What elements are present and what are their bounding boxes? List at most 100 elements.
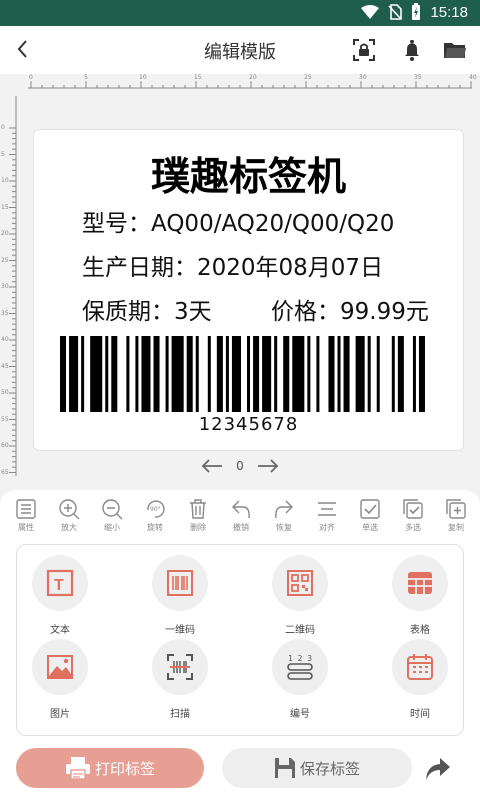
ruler-label: 25 <box>1 256 9 264</box>
tool-properties[interactable]: 属性 <box>6 498 46 538</box>
qrcode-icon <box>287 570 313 596</box>
tool-label: 单选 <box>362 523 378 532</box>
element-numbering[interactable]: 1 2 3 编号 <box>255 639 345 720</box>
print-label-text: 打印标签 <box>94 759 155 778</box>
label-canvas[interactable]: 璞趣标签机 型号：AQ00/AQ20/Q00/Q20 生产日期：2020年08月… <box>33 129 464 451</box>
redo-icon <box>275 500 293 519</box>
bell-icon[interactable] <box>400 38 424 62</box>
bottom-actions: 打印标签 保存标签 <box>0 746 480 790</box>
label-title[interactable]: 璞趣标签机 <box>34 146 463 202</box>
element-label: 图片 <box>50 709 70 720</box>
horizontal-ruler: 0 5 10 15 20 25 30 35 40 <box>28 74 477 94</box>
image-icon <box>47 655 73 679</box>
zoom-out-icon <box>102 499 123 520</box>
label-price[interactable]: 价格：99.99元 <box>271 292 429 326</box>
save-label-button[interactable]: 保存标签 <box>222 748 412 788</box>
scan-lock-icon[interactable] <box>352 38 376 62</box>
arrow-left-icon[interactable] <box>200 459 224 473</box>
svg-text:1 2 3: 1 2 3 <box>288 654 312 663</box>
tool-label: 删除 <box>190 523 206 532</box>
tool-multi-select[interactable]: 多选 <box>393 498 433 538</box>
tool-label: 属性 <box>18 523 34 532</box>
table-icon <box>408 572 432 594</box>
ruler-label: 40 <box>1 336 9 343</box>
multi-select-icon <box>403 499 423 519</box>
element-qrcode[interactable]: 二维码 <box>255 555 345 636</box>
properties-icon <box>16 499 36 519</box>
canvas-pager: 0 <box>200 455 280 477</box>
copy-icon <box>446 499 466 519</box>
undo-icon <box>232 500 250 519</box>
single-select-icon <box>360 499 380 519</box>
tool-label: 撤销 <box>233 523 249 532</box>
tool-redo[interactable]: 恢复 <box>264 498 304 538</box>
element-text[interactable]: T 文本 <box>15 555 105 636</box>
element-table[interactable]: 表格 <box>375 555 465 636</box>
share-icon[interactable] <box>424 756 452 782</box>
ruler-label: 20 <box>1 230 9 237</box>
label-model[interactable]: 型号：AQ00/AQ20/Q00/Q20 <box>82 204 394 238</box>
ruler-label: 0 <box>29 74 33 81</box>
element-label: 一维码 <box>165 625 195 636</box>
tool-single-select[interactable]: 单选 <box>350 498 390 538</box>
page-number: 0 <box>236 459 244 473</box>
tool-label: 缩小 <box>104 523 120 532</box>
tool-label: 对齐 <box>319 523 335 532</box>
print-label-button[interactable]: 打印标签 <box>16 748 204 788</box>
no-sim-icon <box>388 4 403 20</box>
ruler-label: 65 <box>1 468 9 476</box>
tool-zoom-in[interactable]: 放大 <box>49 498 89 538</box>
calendar-icon <box>407 654 433 680</box>
ruler-label: 10 <box>1 177 9 184</box>
edit-toolbar: 属性 放大 缩小 90° 旋转 删除 撤销 恢复 对齐 单选 多选 复制 <box>6 498 476 538</box>
element-image[interactable]: 图片 <box>15 639 105 720</box>
ruler-label: 50 <box>1 389 9 396</box>
tool-delete[interactable]: 删除 <box>178 498 218 538</box>
tool-copy[interactable]: 复制 <box>436 498 476 538</box>
element-time[interactable]: 时间 <box>375 639 465 720</box>
tool-label: 复制 <box>448 523 464 532</box>
rotate-icon: 90° <box>147 500 165 518</box>
ruler-label: 35 <box>414 74 422 81</box>
battery-charging-icon <box>412 3 421 20</box>
ruler-label: 5 <box>84 74 88 81</box>
tool-align[interactable]: 对齐 <box>307 498 347 538</box>
svg-text:90°: 90° <box>150 506 161 513</box>
save-icon <box>274 758 295 778</box>
ruler-label: 0 <box>1 124 5 131</box>
ruler-label: 45 <box>1 362 9 370</box>
element-label: 文本 <box>50 625 70 636</box>
element-barcode[interactable]: 一维码 <box>135 555 225 636</box>
ruler-label: 15 <box>194 74 202 81</box>
barcode-number[interactable]: 12345678 <box>34 414 463 435</box>
ruler-label: 25 <box>304 74 312 81</box>
status-time: 15:18 <box>430 3 468 21</box>
scan-icon <box>167 654 193 680</box>
element-label: 时间 <box>410 709 430 720</box>
tool-label: 恢复 <box>276 523 292 532</box>
tool-undo[interactable]: 撤销 <box>221 498 261 538</box>
svg-text:T: T <box>54 577 64 594</box>
label-shelf-life[interactable]: 保质期：3天 <box>82 292 212 326</box>
ruler-label: 35 <box>1 309 9 317</box>
tool-zoom-out[interactable]: 缩小 <box>92 498 132 538</box>
tool-rotate[interactable]: 90° 旋转 <box>135 498 175 538</box>
element-scan[interactable]: 扫描 <box>135 639 225 720</box>
label-production-date[interactable]: 生产日期：2020年08月07日 <box>82 248 383 282</box>
folder-icon[interactable] <box>443 38 467 62</box>
arrow-right-icon[interactable] <box>256 459 280 473</box>
delete-icon <box>190 499 206 519</box>
save-label-text: 保存标签 <box>299 759 360 778</box>
status-bar: 15:18 <box>0 0 480 26</box>
element-grid: T 文本 一维码 二维码 表格 图片 扫描 1 2 3 编号 时间 <box>15 544 465 783</box>
app-bar: 编辑模版 <box>0 26 480 74</box>
tool-label: 多选 <box>405 523 421 532</box>
element-label: 表格 <box>410 625 430 636</box>
element-label: 编号 <box>290 709 310 720</box>
ruler-label: 5 <box>1 150 5 158</box>
ruler-label: 20 <box>249 74 257 81</box>
barcode-icon <box>167 570 193 596</box>
wifi-icon <box>361 5 380 19</box>
vertical-ruler: 0 5 10 15 20 25 30 35 40 45 50 55 60 65 <box>0 96 22 489</box>
barcode-image[interactable] <box>60 336 428 412</box>
